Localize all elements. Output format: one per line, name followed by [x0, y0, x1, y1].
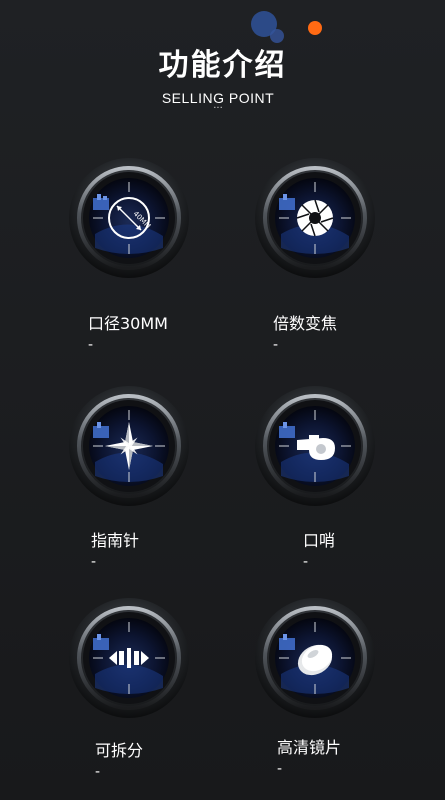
feature-dash-aperture: - — [88, 337, 94, 353]
lens-card-detachable — [67, 596, 191, 720]
whistle-icon — [255, 386, 375, 506]
hd-lens-icon — [255, 598, 375, 718]
feature-label-hd-lens: 高清镜片 — [277, 738, 342, 757]
feature-dash-zoom: - — [273, 337, 279, 353]
compass-icon — [69, 386, 189, 506]
lens-card-whistle — [253, 384, 377, 508]
feature-dash-compass: - — [91, 554, 97, 570]
feature-dash-hd-lens: - — [277, 761, 283, 777]
page-title: 功能介绍 — [158, 48, 287, 83]
aperture-40mm-icon: 40MM — [69, 158, 189, 278]
feature-label-compass: 指南针 — [91, 531, 140, 550]
lens-card-zoom — [253, 156, 377, 280]
shutter-iris-icon — [255, 158, 375, 278]
feature-label-zoom: 倍数变焦 — [273, 314, 338, 333]
lens-card-aperture: 40MM — [67, 156, 191, 280]
feature-label-detachable: 可拆分 — [95, 741, 144, 760]
detachable-icon — [69, 598, 189, 718]
feature-label-aperture: 口径30MM — [88, 314, 168, 333]
lens-card-hd-lens — [253, 596, 377, 720]
lens-card-compass — [67, 384, 191, 508]
decor-circle-orange — [308, 21, 322, 35]
subtitle-dots: ··· — [213, 103, 223, 114]
feature-label-whistle: 口哨 — [303, 531, 336, 550]
feature-dash-detachable: - — [95, 764, 101, 780]
feature-dash-whistle: - — [303, 554, 309, 570]
